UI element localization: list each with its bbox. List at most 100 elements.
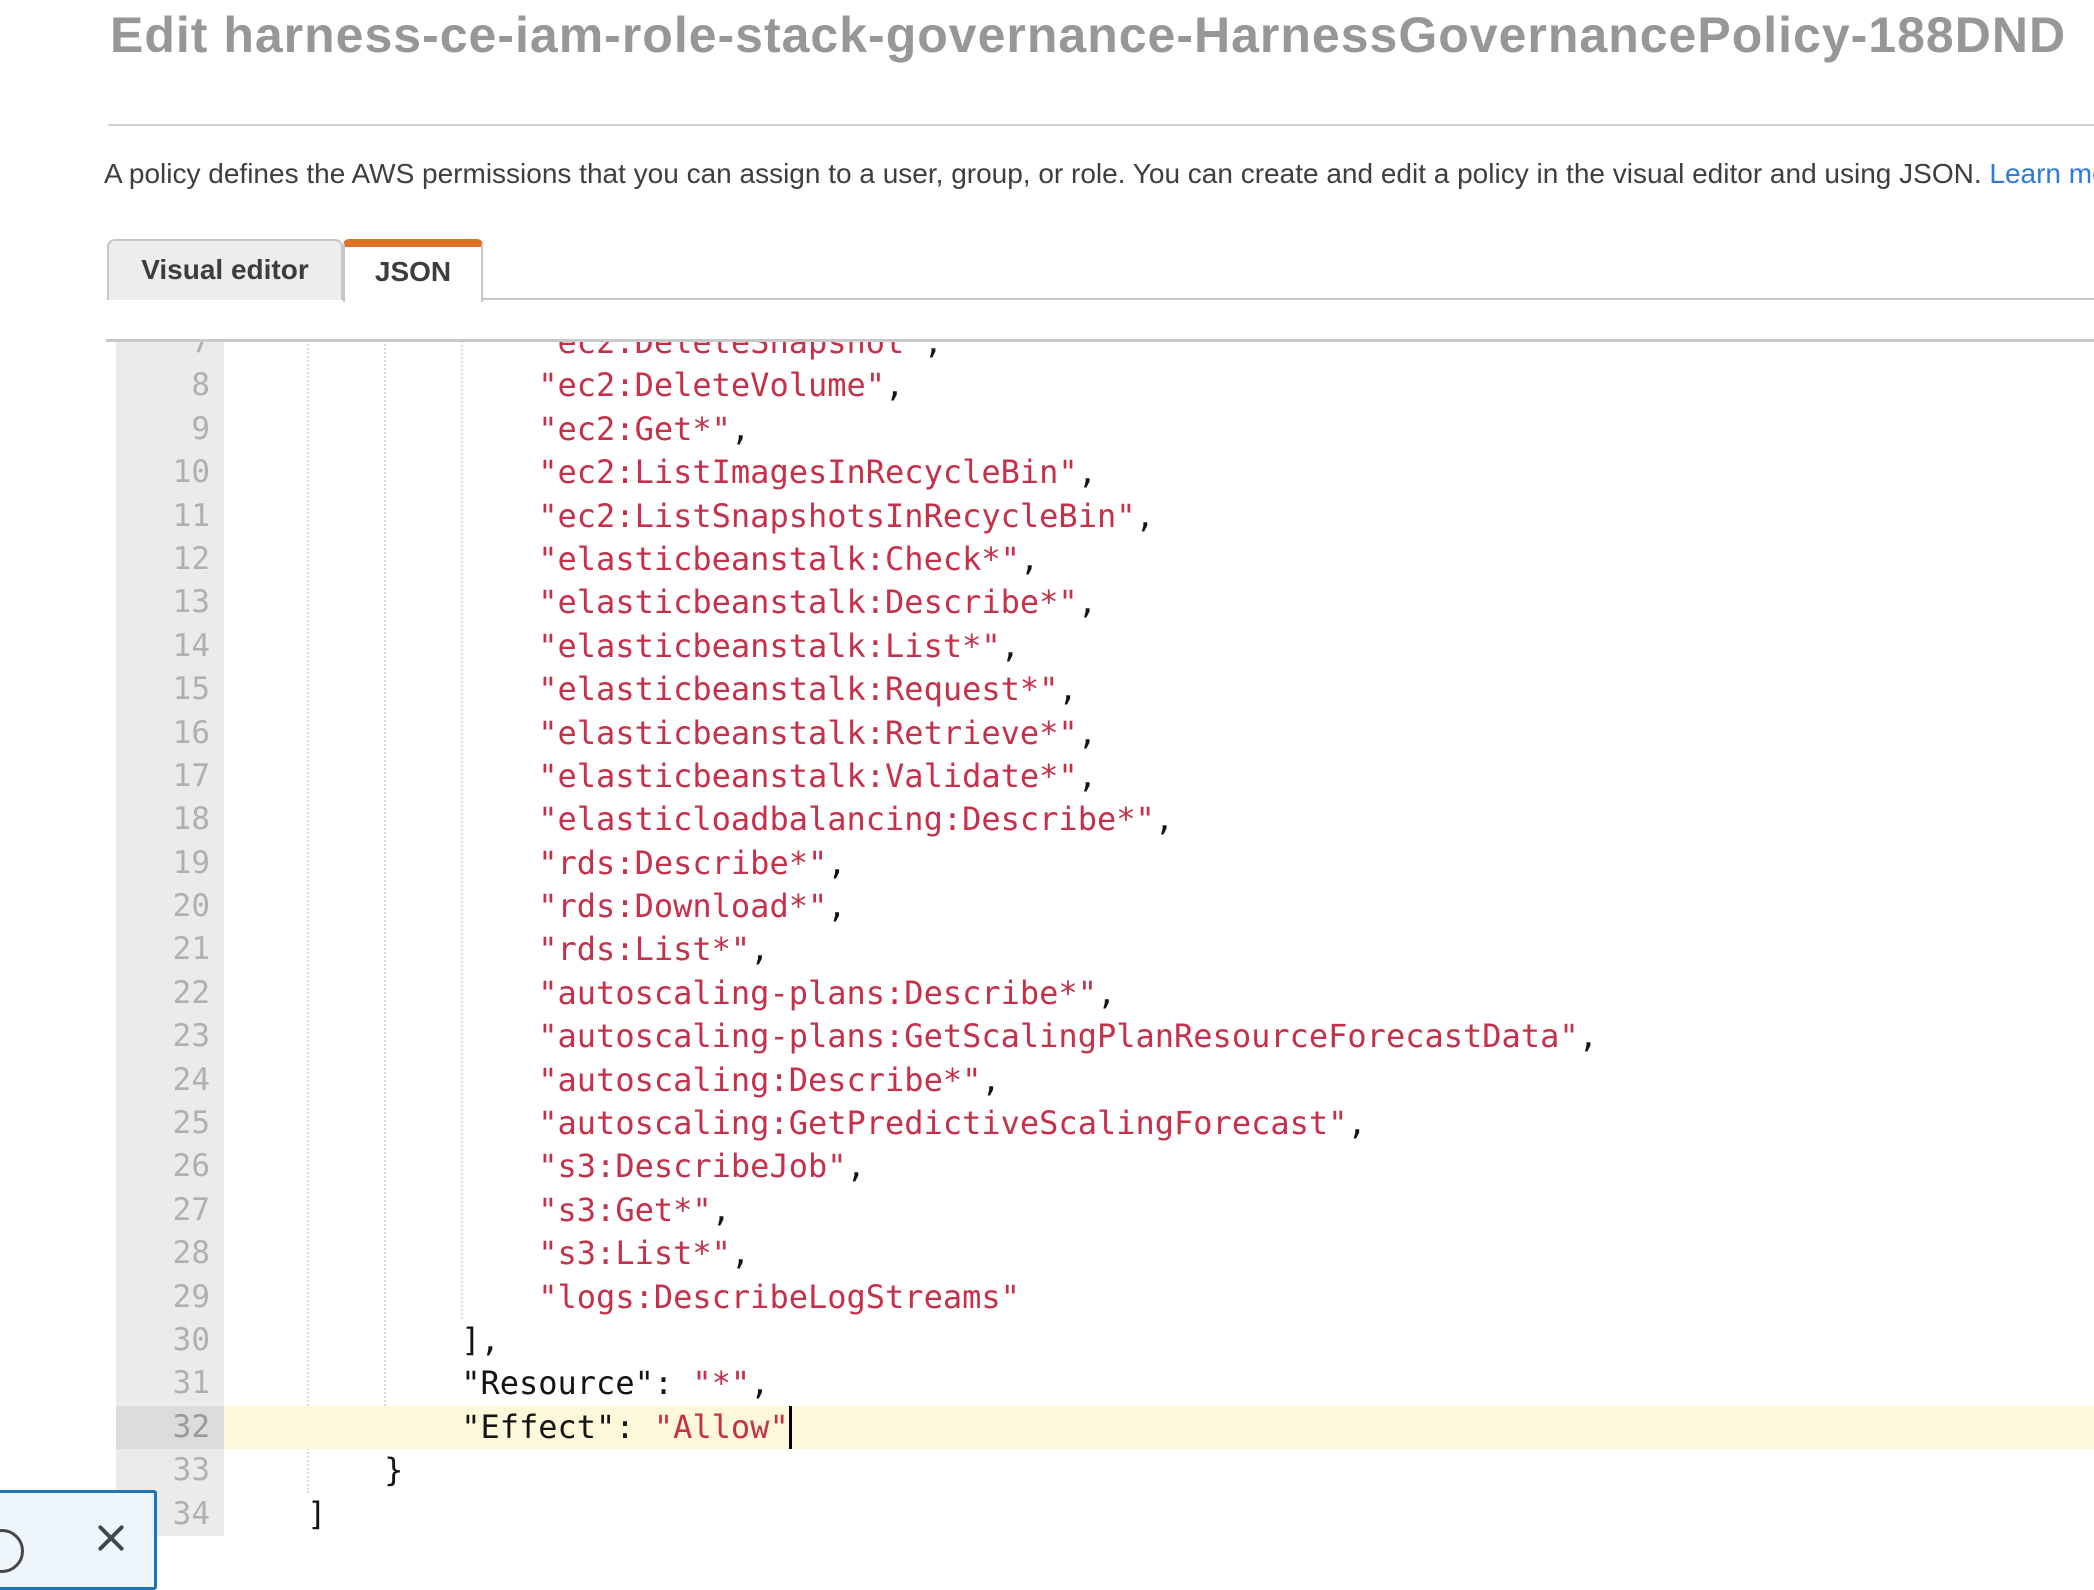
tab-json[interactable]: JSON <box>343 239 483 302</box>
gutter-line-number: 10 <box>116 451 224 494</box>
token-string: "elasticloadbalancing:Describe*" <box>538 800 1155 838</box>
token-string: "ec2:DeleteSnapshot" <box>538 339 923 361</box>
gutter-line-number: 13 <box>116 581 224 624</box>
token-punctuation: , <box>1135 497 1154 535</box>
header-divider <box>108 124 2094 126</box>
code-line[interactable]: "ec2:DeleteVolume", <box>224 364 2094 407</box>
gutter-line-number: 11 <box>116 495 224 538</box>
code-line[interactable]: "elasticbeanstalk:Describe*", <box>224 581 2094 624</box>
code-line[interactable]: "autoscaling-plans:GetScalingPlanResourc… <box>224 1015 2094 1058</box>
gutter-line-number: 7 <box>116 339 224 364</box>
token-punctuation: ] <box>307 1495 326 1533</box>
code-line[interactable]: "s3:List*", <box>224 1232 2094 1275</box>
token-string: "logs:DescribeLogStreams" <box>538 1278 1020 1316</box>
editor-scroll-content: 7891011121314151617181920212223242526272… <box>106 339 2094 1536</box>
token-string: "elasticbeanstalk:Describe*" <box>538 583 1077 621</box>
code-line[interactable]: "logs:DescribeLogStreams" <box>224 1276 2094 1319</box>
gutter-line-number: 30 <box>116 1319 224 1362</box>
code-line[interactable]: "rds:List*", <box>224 928 2094 971</box>
gutter-line-number: 32 <box>116 1406 224 1449</box>
gutter-line-number: 31 <box>116 1362 224 1405</box>
gutter-line-number: 28 <box>116 1232 224 1275</box>
token-string: "autoscaling-plans:Describe*" <box>538 974 1097 1012</box>
policy-description: A policy defines the AWS permissions tha… <box>104 158 2094 190</box>
token-punctuation: , <box>1001 627 1020 665</box>
code-line[interactable]: "rds:Describe*", <box>224 842 2094 885</box>
token-string: "elasticbeanstalk:Retrieve*" <box>538 714 1077 752</box>
token-punctuation: , <box>1058 670 1077 708</box>
code-line[interactable]: "elasticloadbalancing:Describe*", <box>224 798 2094 841</box>
gutter-line-number: 20 <box>116 885 224 928</box>
token-punctuation: , <box>1078 583 1097 621</box>
gutter-line-number: 16 <box>116 712 224 755</box>
code-line[interactable]: "autoscaling:Describe*", <box>224 1059 2094 1102</box>
token-punctuation: , <box>981 1061 1000 1099</box>
token-string: "ec2:Get*" <box>538 410 731 448</box>
code-line[interactable]: "ec2:ListSnapshotsInRecycleBin", <box>224 495 2094 538</box>
gutter-line-number: 12 <box>116 538 224 581</box>
close-icon[interactable] <box>90 1517 132 1559</box>
token-string: "ec2:ListImagesInRecycleBin" <box>538 453 1077 491</box>
token-punctuation: , <box>750 1364 769 1402</box>
code-line-active[interactable]: "Effect": "Allow" <box>224 1406 2094 1449</box>
gutter-line-number: 23 <box>116 1015 224 1058</box>
code-line[interactable]: "ec2:Get*", <box>224 408 2094 451</box>
gutter-line-number: 26 <box>116 1145 224 1188</box>
token-punctuation: , <box>1078 453 1097 491</box>
code-line[interactable]: "ec2:DeleteSnapshot", <box>224 339 2094 364</box>
tab-visual-editor[interactable]: Visual editor <box>107 239 343 300</box>
token-punctuation: , <box>731 410 750 448</box>
token-string: "s3:List*" <box>538 1234 731 1272</box>
code-line[interactable]: "autoscaling:GetPredictiveScalingForecas… <box>224 1102 2094 1145</box>
token-punctuation: "Resource": <box>461 1364 692 1402</box>
token-string: "rds:List*" <box>538 930 750 968</box>
token-string: "ec2:DeleteVolume" <box>538 366 885 404</box>
gutter-line-number: 19 <box>116 842 224 885</box>
json-policy-editor[interactable]: 7891011121314151617181920212223242526272… <box>106 339 2094 1536</box>
gutter-line-number: 33 <box>116 1449 224 1492</box>
gutter-line-number: 27 <box>116 1189 224 1232</box>
learn-more-link[interactable]: Learn more <box>1989 158 2094 189</box>
text-cursor <box>789 1406 792 1449</box>
code-line[interactable]: ], <box>224 1319 2094 1362</box>
code-line[interactable]: } <box>224 1449 2094 1492</box>
code-line[interactable]: "elasticbeanstalk:Retrieve*", <box>224 712 2094 755</box>
code-line[interactable]: "Resource": "*", <box>224 1362 2094 1405</box>
token-punctuation: , <box>1155 800 1174 838</box>
gutter-line-number: 17 <box>116 755 224 798</box>
token-string: "rds:Download*" <box>538 887 827 925</box>
token-punctuation: } <box>384 1451 403 1489</box>
code-line[interactable]: "ec2:ListImagesInRecycleBin", <box>224 451 2094 494</box>
code-line[interactable]: "elasticbeanstalk:Request*", <box>224 668 2094 711</box>
code-line[interactable]: "rds:Download*", <box>224 885 2094 928</box>
code-line[interactable]: "elasticbeanstalk:List*", <box>224 625 2094 668</box>
code-line[interactable]: "elasticbeanstalk:Check*", <box>224 538 2094 581</box>
token-string: "s3:DescribeJob" <box>538 1147 846 1185</box>
token-string: "Allow" <box>654 1408 789 1446</box>
code-line[interactable]: "s3:Get*", <box>224 1189 2094 1232</box>
code-line[interactable]: ] <box>224 1493 2094 1536</box>
code-line[interactable]: "autoscaling-plans:Describe*", <box>224 972 2094 1015</box>
token-punctuation: , <box>924 339 943 361</box>
token-punctuation: , <box>885 366 904 404</box>
gutter-line-number: 21 <box>116 928 224 971</box>
token-string: "elasticbeanstalk:Validate*" <box>538 757 1077 795</box>
code-line[interactable]: "s3:DescribeJob", <box>224 1145 2094 1188</box>
token-string: "autoscaling:Describe*" <box>538 1061 981 1099</box>
token-punctuation: , <box>731 1234 750 1272</box>
tab-bar: Visual editor JSON <box>107 239 2094 300</box>
token-string: "autoscaling:GetPredictiveScalingForecas… <box>538 1104 1347 1142</box>
token-string: "*" <box>692 1364 750 1402</box>
notification-popup <box>0 1490 157 1590</box>
code-area[interactable]: "ec2:DeleteSnapshot","ec2:DeleteVolume",… <box>224 339 2094 1536</box>
gutter-line-number: 25 <box>116 1102 224 1145</box>
gutter-line-number: 8 <box>116 364 224 407</box>
code-line[interactable]: "elasticbeanstalk:Validate*", <box>224 755 2094 798</box>
gutter-line-number: 22 <box>116 972 224 1015</box>
token-punctuation: , <box>827 887 846 925</box>
token-punctuation: , <box>1097 974 1116 1012</box>
policy-description-text: A policy defines the AWS permissions tha… <box>104 158 1982 189</box>
token-string: "rds:Describe*" <box>538 844 827 882</box>
token-punctuation: , <box>1579 1017 1598 1055</box>
token-string: "autoscaling-plans:GetScalingPlanResourc… <box>538 1017 1578 1055</box>
